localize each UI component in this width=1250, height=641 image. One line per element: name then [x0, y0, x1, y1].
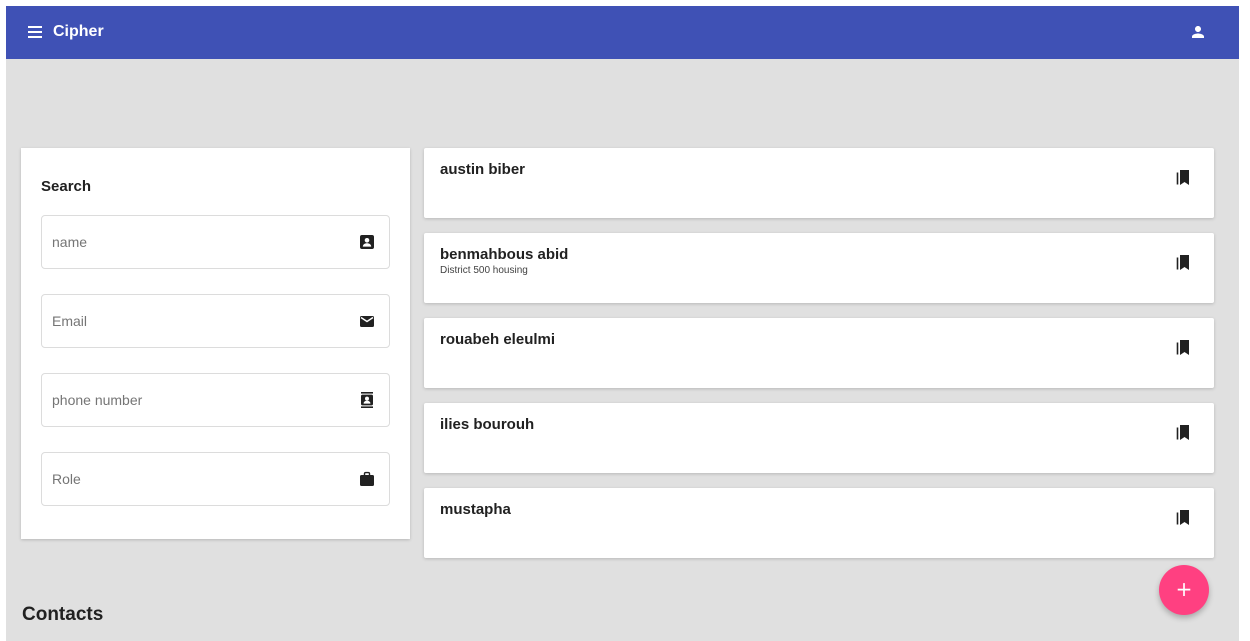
app-window: Cipher Search name Email phone number Ro…: [6, 6, 1239, 641]
contact-item[interactable]: rouabeh eleulmi: [424, 318, 1214, 388]
phone-number-field[interactable]: [41, 373, 390, 427]
phone-number-input[interactable]: [52, 374, 342, 426]
add-icon: +: [1175, 577, 1193, 601]
contacts-book-icon: [359, 392, 375, 408]
contact-name: benmahbous abid: [440, 246, 569, 263]
bookmarks-icon[interactable]: [1175, 423, 1193, 441]
contact-item[interactable]: ilies bourouh: [424, 403, 1214, 473]
role-field[interactable]: [41, 452, 390, 506]
contact-item[interactable]: mustapha: [424, 488, 1214, 558]
mail-icon: [359, 313, 375, 329]
contact-item[interactable]: austin biber: [424, 148, 1214, 218]
name-field[interactable]: [41, 215, 390, 269]
contact-subtitle: District 500 housing: [440, 265, 528, 276]
role-input[interactable]: [52, 453, 342, 505]
menu-icon[interactable]: [28, 25, 46, 39]
bookmarks-icon[interactable]: [1175, 508, 1193, 526]
bookmarks-icon[interactable]: [1175, 168, 1193, 186]
name-input[interactable]: [52, 216, 342, 268]
search-panel: Search: [21, 148, 410, 539]
contact-name: austin biber: [440, 161, 526, 178]
contacts-heading: Contacts: [22, 604, 104, 625]
bookmarks-icon[interactable]: [1175, 338, 1193, 356]
app-bar: Cipher: [6, 6, 1239, 59]
search-title: Search: [41, 178, 92, 195]
contact-name: rouabeh eleulmi: [440, 331, 556, 348]
contact-name: ilies bourouh: [440, 416, 535, 433]
email-field[interactable]: [41, 294, 390, 348]
email-input[interactable]: [52, 295, 342, 347]
app-title: Cipher: [53, 23, 104, 40]
briefcase-icon: [359, 471, 375, 487]
add-contact-button[interactable]: +: [1159, 565, 1209, 615]
contact-name: mustapha: [440, 501, 511, 518]
account-icon[interactable]: [1189, 23, 1207, 41]
contact-item[interactable]: benmahbous abid District 500 housing: [424, 233, 1214, 303]
contact-card-icon: [359, 234, 375, 250]
bookmarks-icon[interactable]: [1175, 253, 1193, 271]
